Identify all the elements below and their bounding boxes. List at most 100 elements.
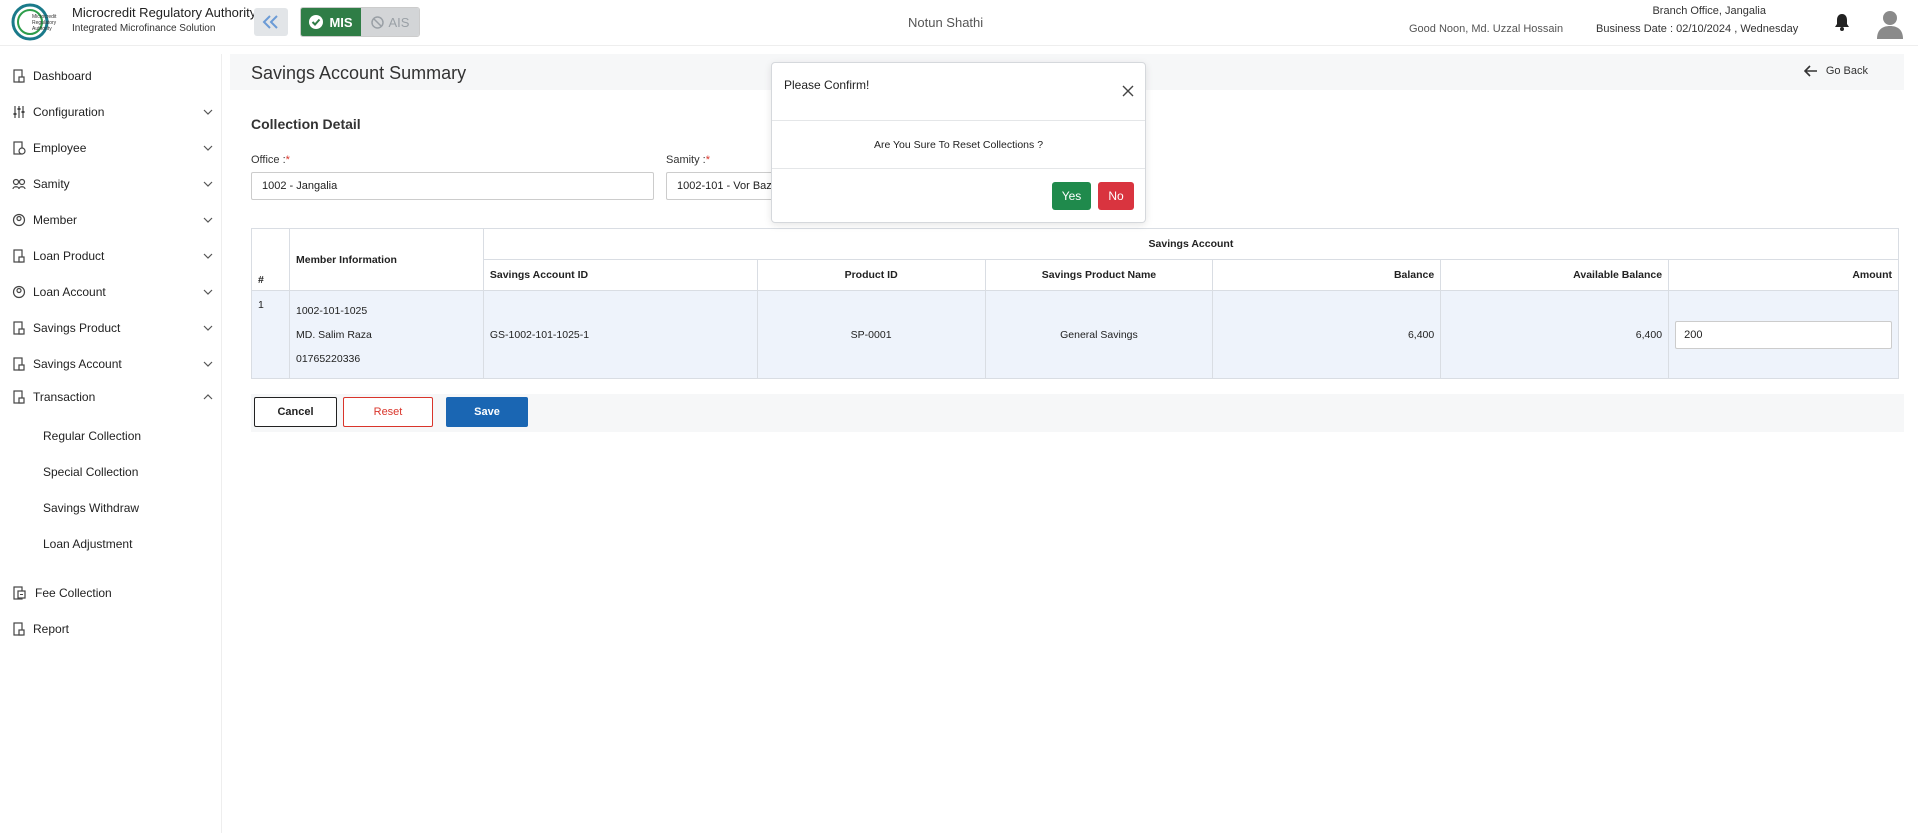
dialog-message: Are You Sure To Reset Collections ? bbox=[772, 121, 1145, 169]
sidebar-collapse-button[interactable] bbox=[254, 8, 288, 36]
required-asterisk: * bbox=[285, 154, 290, 166]
mode-toggle: MIS AIS bbox=[300, 7, 420, 37]
page-title: Savings Account Summary bbox=[251, 63, 467, 83]
product-id-cell: SP-0001 bbox=[756, 290, 986, 379]
chevron-down-icon bbox=[203, 253, 213, 259]
amount-cell: 200 bbox=[1668, 290, 1899, 379]
amount-input[interactable]: 200 bbox=[1675, 320, 1892, 349]
go-back-button[interactable]: Go Back bbox=[1803, 65, 1868, 77]
check-circle-icon bbox=[309, 15, 324, 29]
document-icon bbox=[13, 622, 25, 636]
sidebar-subitem-loan-adjustment[interactable]: Loan Adjustment bbox=[43, 537, 132, 551]
business-date: Business Date : 02/10/2024 , Wednesday bbox=[1596, 23, 1799, 35]
col-hash: # bbox=[251, 228, 290, 291]
member-icon bbox=[12, 285, 26, 299]
sidebar-item-loan-product[interactable]: Loan Product bbox=[0, 244, 222, 268]
office-field[interactable]: 1002 - Jangalia bbox=[251, 172, 654, 200]
close-icon[interactable] bbox=[1121, 84, 1135, 98]
group-icon bbox=[12, 178, 26, 190]
sidebar-item-label: Member bbox=[33, 213, 78, 227]
ban-icon bbox=[370, 15, 384, 29]
office-label-text: Office : bbox=[251, 154, 286, 166]
mode-mis-button[interactable]: MIS bbox=[301, 8, 361, 36]
sidebar-subitem-regular-collection[interactable]: Regular Collection bbox=[43, 429, 141, 443]
document-icon bbox=[13, 321, 25, 335]
member-icon bbox=[12, 213, 26, 227]
action-bar: Cancel Reset Save bbox=[251, 394, 1904, 432]
go-back-label: Go Back bbox=[1825, 65, 1868, 77]
col-available-balance: Available Balance bbox=[1440, 259, 1670, 291]
sidebar-item-label: Fee Collection bbox=[35, 586, 112, 600]
member-name: MD. Salim Raza bbox=[295, 329, 372, 341]
chevron-down-icon bbox=[203, 289, 213, 295]
product-name-cell: General Savings bbox=[984, 290, 1214, 379]
sidebar: Dashboard Configuration Employee Samity … bbox=[0, 54, 222, 833]
sidebar-item-savings-product[interactable]: Savings Product bbox=[0, 316, 222, 340]
notification-bell-icon[interactable] bbox=[1834, 13, 1850, 31]
dialog-header: Please Confirm! bbox=[772, 63, 1145, 121]
arrow-left-icon bbox=[1803, 65, 1817, 77]
sidebar-item-label: Transaction bbox=[33, 390, 96, 404]
cancel-button[interactable]: Cancel bbox=[254, 397, 337, 427]
user-avatar-icon[interactable] bbox=[1876, 9, 1904, 39]
member-info-cell: 1002-101-1025 MD. Salim Raza 01765220336 bbox=[288, 290, 484, 379]
confirm-dialog: Please Confirm! Are You Sure To Reset Co… bbox=[771, 62, 1146, 223]
section-title: Collection Detail bbox=[251, 116, 361, 132]
save-button[interactable]: Save bbox=[446, 397, 528, 427]
mode-mis-label: MIS bbox=[329, 14, 353, 30]
sidebar-item-transaction[interactable]: Transaction bbox=[0, 385, 222, 409]
document-icon bbox=[13, 249, 25, 263]
col-savings-account-group: Savings Account bbox=[482, 228, 1900, 260]
col-balance: Balance bbox=[1212, 259, 1442, 291]
org-title: Microcredit Regulatory Authority bbox=[72, 5, 257, 20]
sidebar-item-loan-account[interactable]: Loan Account bbox=[0, 280, 222, 304]
sidebar-item-samity[interactable]: Samity bbox=[0, 172, 222, 196]
sidebar-item-report[interactable]: Report bbox=[0, 617, 222, 641]
available-balance-cell: 6,400 bbox=[1440, 290, 1670, 379]
sidebar-subitem-special-collection[interactable]: Special Collection bbox=[43, 465, 138, 479]
sidebar-item-employee[interactable]: Employee bbox=[0, 136, 222, 160]
sidebar-item-label: Configuration bbox=[33, 105, 105, 119]
reset-button[interactable]: Reset bbox=[343, 397, 433, 427]
mra-logo-icon: Microcredit Regulatory Authority bbox=[11, 3, 57, 41]
document-icon bbox=[13, 357, 25, 371]
col-savings-account-id: Savings Account ID bbox=[482, 259, 758, 291]
col-product-id: Product ID bbox=[756, 259, 986, 291]
sidebar-item-dashboard[interactable]: Dashboard bbox=[0, 64, 222, 88]
sidebar-item-label: Report bbox=[33, 622, 70, 636]
fee-icon bbox=[13, 586, 26, 600]
member-phone: 01765220336 bbox=[295, 353, 361, 365]
savings-account-id-cell: GS-1002-101-1025-1 bbox=[482, 290, 758, 379]
no-button[interactable]: No bbox=[1098, 182, 1134, 210]
samity-field[interactable]: 1002-101 - Vor Bazar bbox=[666, 172, 776, 200]
office-label: Office :* bbox=[251, 154, 290, 166]
sidebar-subitem-savings-withdraw[interactable]: Savings Withdraw bbox=[43, 501, 139, 515]
top-header: Microcredit Regulatory Authority Microcr… bbox=[0, 0, 1918, 46]
chevron-down-icon bbox=[203, 217, 213, 223]
chevron-down-icon bbox=[203, 145, 213, 151]
member-id: 1002-101-1025 bbox=[295, 305, 368, 317]
document-icon bbox=[13, 390, 25, 404]
sidebar-item-savings-account[interactable]: Savings Account bbox=[0, 352, 222, 376]
dialog-title: Please Confirm! bbox=[784, 78, 870, 92]
sidebar-item-member[interactable]: Member bbox=[0, 208, 222, 232]
sidebar-item-label: Samity bbox=[33, 177, 70, 191]
mode-ais-label: AIS bbox=[388, 14, 410, 30]
samity-label: Samity :* bbox=[666, 154, 710, 166]
sidebar-item-fee-collection[interactable]: Fee Collection bbox=[0, 581, 222, 605]
chevron-up-icon bbox=[203, 394, 213, 400]
sidebar-item-label: Savings Product bbox=[33, 321, 121, 335]
sidebar-item-label: Loan Account bbox=[33, 285, 106, 299]
double-chevron-left-icon bbox=[262, 15, 278, 29]
employee-icon bbox=[13, 141, 26, 155]
sidebar-item-label: Dashboard bbox=[33, 69, 92, 83]
yes-button[interactable]: Yes bbox=[1052, 182, 1091, 210]
sidebar-item-configuration[interactable]: Configuration bbox=[0, 100, 222, 124]
table-row: 1 1002-101-1025 MD. Salim Raza 017652203… bbox=[251, 290, 1899, 379]
col-member-info: Member Information bbox=[288, 228, 484, 291]
mode-ais-button[interactable]: AIS bbox=[361, 8, 419, 36]
col-amount: Amount bbox=[1668, 259, 1899, 291]
sliders-icon bbox=[13, 106, 25, 118]
samity-label-text: Samity : bbox=[666, 154, 706, 166]
col-savings-product-name: Savings Product Name bbox=[984, 259, 1214, 291]
